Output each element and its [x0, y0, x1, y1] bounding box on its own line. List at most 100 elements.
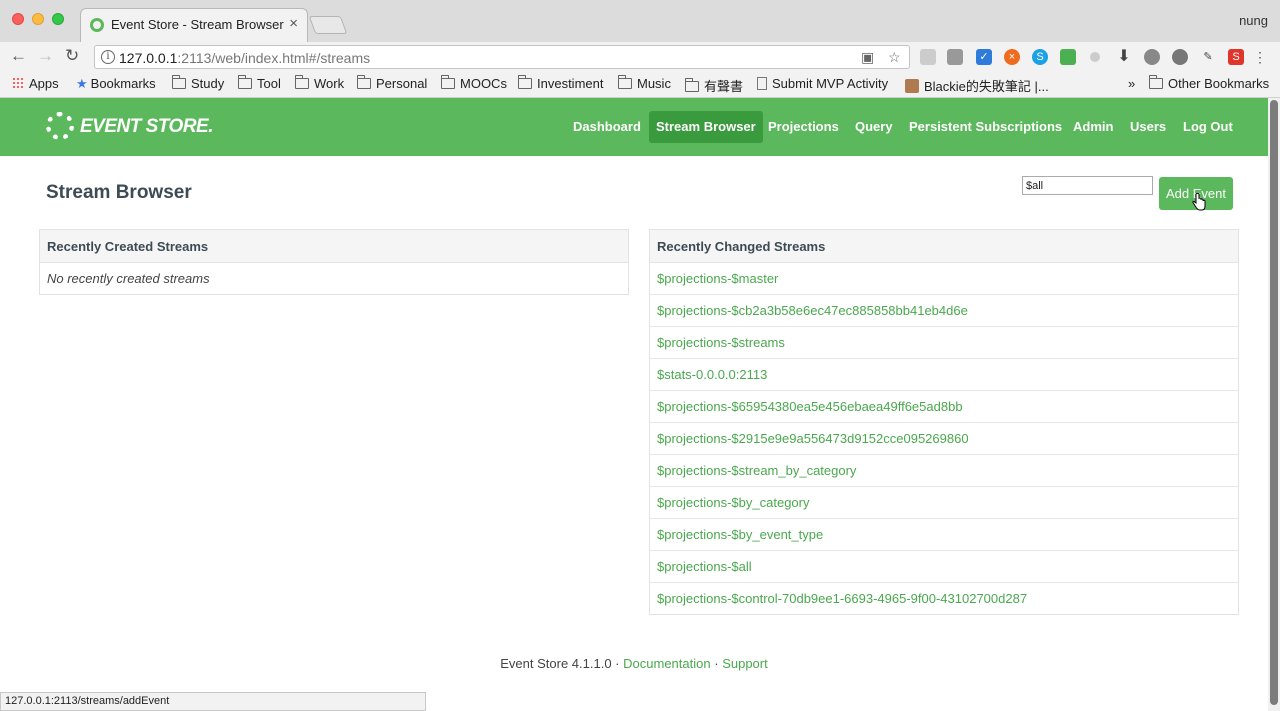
- recently-changed-streams-panel: Recently Changed Streams $projections-$m…: [649, 229, 1239, 615]
- nav-projections[interactable]: Projections: [761, 111, 846, 143]
- bookmark-folder[interactable]: Investiment: [518, 75, 603, 91]
- download-icon[interactable]: ⬇: [1116, 49, 1132, 65]
- stream-link[interactable]: $projections-$master: [657, 271, 778, 286]
- stream-link[interactable]: $projections-$stream_by_category: [657, 463, 856, 478]
- nav-users[interactable]: Users: [1123, 111, 1173, 143]
- link-status-bar: 127.0.0.1:2113/streams/addEvent: [0, 692, 426, 711]
- browser-tab[interactable]: Event Store - Stream Browser ×: [80, 8, 308, 42]
- stream-link[interactable]: $projections-$all: [657, 559, 752, 574]
- stream-link[interactable]: $projections-$control-70db9ee1-6693-4965…: [657, 591, 1027, 606]
- list-item: $projections-$by_category: [650, 487, 1238, 519]
- list-item: $projections-$by_event_type: [650, 519, 1238, 551]
- bookmark-folder[interactable]: Music: [618, 75, 671, 91]
- url-text[interactable]: 127.0.0.1:2113/web/index.html#/streams: [119, 50, 370, 66]
- bookmark-folder[interactable]: MOOCs: [441, 75, 507, 91]
- apps-icon: [12, 77, 24, 89]
- bookmark-item[interactable]: Submit MVP Activity: [757, 76, 888, 91]
- stream-link[interactable]: $projections-$65954380ea5e456ebaea49ff6e…: [657, 399, 963, 414]
- footer-separator: ·: [615, 656, 620, 671]
- nav-query[interactable]: Query: [848, 111, 900, 143]
- folder-icon: [441, 75, 455, 89]
- nav-stream-browser[interactable]: Stream Browser: [649, 111, 763, 143]
- nav-admin[interactable]: Admin: [1066, 111, 1120, 143]
- page-content: EVENT STORE. Dashboard Stream Browser Pr…: [0, 98, 1268, 711]
- bookmarks-bar: Apps ★ Bookmarks Study Tool Work Personal…: [0, 72, 1280, 98]
- bookmark-folder[interactable]: Work: [295, 75, 344, 91]
- back-arrow-icon[interactable]: ←: [10, 46, 27, 66]
- tab-title: Event Store - Stream Browser: [111, 17, 284, 32]
- bookmark-item[interactable]: ★ Bookmarks: [76, 76, 156, 92]
- folder-icon: [295, 75, 309, 89]
- list-item: $projections-$master: [650, 263, 1238, 295]
- page-title: Stream Browser: [46, 182, 192, 203]
- tab-close-icon[interactable]: ×: [289, 15, 298, 32]
- recently-created-streams-panel: Recently Created Streams No recently cre…: [39, 229, 629, 295]
- folder-icon: [685, 78, 699, 92]
- list-item: $projections-$cb2a3b58e6ec47ec885858bb41…: [650, 295, 1238, 327]
- bookmark-item[interactable]: Blackie的失敗筆記 |...: [905, 76, 1049, 95]
- extension-timer-icon[interactable]: [1144, 49, 1160, 65]
- extension-network-icon[interactable]: [1060, 49, 1076, 65]
- list-item: $projections-$all: [650, 551, 1238, 583]
- bookmarks-overflow-chevron-icon[interactable]: »: [1128, 76, 1135, 91]
- list-item: $projections-$65954380ea5e456ebaea49ff6e…: [650, 391, 1238, 423]
- browser-toolbar: ← → ↻ i 127.0.0.1:2113/web/index.html#/s…: [0, 42, 1280, 72]
- extension-s-icon[interactable]: S: [1228, 49, 1244, 65]
- reload-icon[interactable]: ↻: [65, 46, 79, 66]
- stream-link[interactable]: $projections-$by_category: [657, 495, 809, 510]
- list-item: $projections-$stream_by_category: [650, 455, 1238, 487]
- nav-persistent-subscriptions[interactable]: Persistent Subscriptions: [902, 111, 1069, 143]
- bookmark-folder[interactable]: Personal: [357, 75, 427, 91]
- bookmark-star-icon[interactable]: ☆: [888, 49, 901, 66]
- stream-link[interactable]: $stats-0.0.0.0:2113: [657, 367, 767, 382]
- extension-pocket-icon[interactable]: ✓: [976, 49, 992, 65]
- recently-created-heading: Recently Created Streams: [40, 230, 628, 263]
- bookmark-folder[interactable]: Study: [172, 75, 224, 91]
- footer-separator: ·: [714, 656, 719, 671]
- event-store-header: EVENT STORE. Dashboard Stream Browser Pr…: [0, 98, 1268, 156]
- scrollbar-thumb[interactable]: [1270, 100, 1278, 705]
- info-icon[interactable]: i: [101, 50, 115, 64]
- skype-icon[interactable]: S: [1032, 49, 1048, 65]
- bookmark-item[interactable]: Apps: [12, 76, 59, 91]
- nav-dashboard[interactable]: Dashboard: [566, 111, 648, 143]
- hand-cursor-icon: [1192, 193, 1206, 211]
- folder-icon: [172, 75, 186, 89]
- list-item: $stats-0.0.0.0:2113: [650, 359, 1238, 391]
- documentation-link[interactable]: Documentation: [623, 656, 710, 671]
- profile-name[interactable]: nung: [1239, 13, 1268, 28]
- stream-link[interactable]: $projections-$streams: [657, 335, 785, 350]
- extension-reader-icon[interactable]: [947, 49, 963, 65]
- bookmark-folder[interactable]: 有聲書: [685, 76, 743, 95]
- stream-link[interactable]: $projections-$cb2a3b58e6ec47ec885858bb41…: [657, 303, 968, 318]
- window-zoom-button[interactable]: [52, 13, 64, 25]
- browser-menu-icon[interactable]: ⋮: [1252, 49, 1268, 65]
- folder-icon: [357, 75, 371, 89]
- forward-arrow-icon[interactable]: →: [37, 46, 54, 66]
- stream-link[interactable]: $projections-$by_event_type: [657, 527, 823, 542]
- other-bookmarks-folder[interactable]: Other Bookmarks: [1149, 75, 1269, 91]
- event-store-logo-text[interactable]: EVENT STORE.: [80, 116, 214, 138]
- extension-x-icon[interactable]: ×: [1004, 49, 1020, 65]
- folder-icon: [1149, 75, 1163, 89]
- list-item: $projections-$control-70db9ee1-6693-4965…: [650, 583, 1238, 615]
- nav-log-out[interactable]: Log Out: [1176, 111, 1240, 143]
- translate-icon[interactable]: ▣: [861, 49, 874, 66]
- extension-chat-icon[interactable]: [1172, 49, 1188, 65]
- extension-copy-icon[interactable]: [920, 49, 936, 65]
- stream-id-input[interactable]: [1022, 176, 1153, 195]
- support-link[interactable]: Support: [722, 656, 768, 671]
- no-streams-message: No recently created streams: [47, 271, 210, 286]
- window-minimize-button[interactable]: [32, 13, 44, 25]
- eyedropper-icon[interactable]: ✎: [1200, 49, 1216, 65]
- event-store-logo-icon[interactable]: [46, 112, 74, 140]
- new-tab-button[interactable]: [308, 16, 348, 34]
- address-bar[interactable]: i 127.0.0.1:2113/web/index.html#/streams…: [94, 45, 910, 69]
- stream-link[interactable]: $projections-$2915e9e9a556473d9152cce095…: [657, 431, 969, 446]
- star-icon: ★: [76, 76, 88, 91]
- extension-dot-icon[interactable]: [1090, 52, 1100, 62]
- bookmark-folder[interactable]: Tool: [238, 75, 281, 91]
- page-icon: [757, 77, 767, 90]
- window-close-button[interactable]: [12, 13, 24, 25]
- page-scrollbar[interactable]: [1268, 98, 1280, 711]
